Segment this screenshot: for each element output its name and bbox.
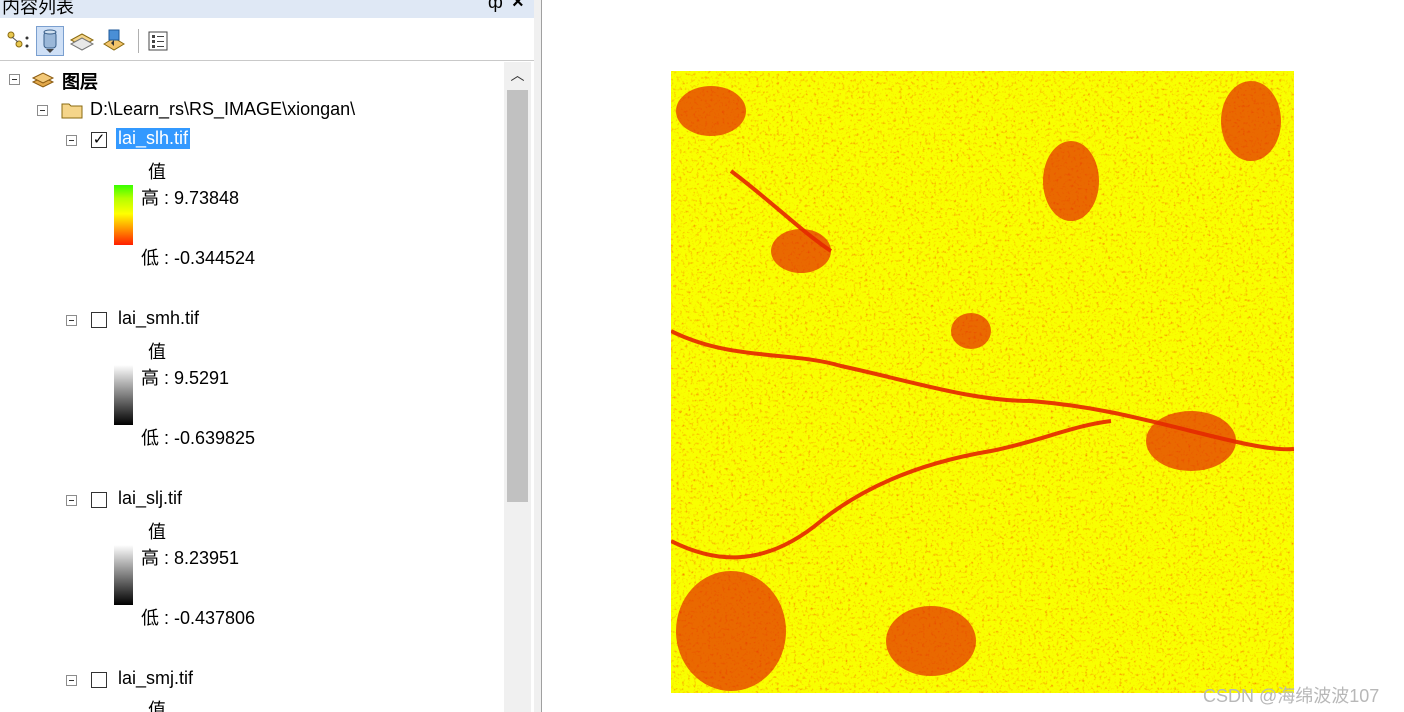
layer-name[interactable]: lai_slj.tif <box>118 488 182 509</box>
legend-gray-ramp <box>114 545 133 605</box>
panel-splitter[interactable] <box>534 0 542 712</box>
layer-tree: 图层 D:\Learn_rs\RS_IMAGE\xiongan\ ✓ lai_s… <box>0 62 504 712</box>
legend-low-label: 低 : -0.437806 <box>141 608 256 628</box>
list-by-selection-button[interactable] <box>100 26 128 56</box>
list-by-visibility-icon <box>69 33 95 51</box>
list-by-selection-icon <box>103 29 125 51</box>
options-icon <box>148 31 168 51</box>
root-label[interactable]: 图层 <box>62 68 98 94</box>
folder-icon <box>61 103 83 119</box>
close-icon[interactable]: × <box>512 0 524 14</box>
table-of-contents-panel: 内容列表 ф × 图层 D:\Learn_rs\RS_IMAGE\xiongan… <box>0 0 534 712</box>
legend-value-label: 值 <box>148 522 166 542</box>
layer-visibility-checkbox[interactable] <box>91 492 107 508</box>
list-by-source-button[interactable] <box>36 26 64 56</box>
folder-expander[interactable] <box>37 105 48 116</box>
layer-visibility-checkbox[interactable] <box>91 672 107 688</box>
panel-title: 内容列表 <box>2 0 74 17</box>
lai-raster-map[interactable] <box>671 71 1294 693</box>
toolbar-separator <box>138 29 139 53</box>
legend-value-label: 值 <box>148 342 166 362</box>
legend-high-label: 高 : 8.23951 <box>141 548 240 568</box>
legend-value-label: 值 <box>148 700 166 712</box>
list-by-drawing-order-button[interactable] <box>4 26 32 56</box>
legend-high-label: 高 : 9.5291 <box>141 368 230 388</box>
layer-visibility-checkbox[interactable] <box>91 312 107 328</box>
folder-path[interactable]: D:\Learn_rs\RS_IMAGE\xiongan\ <box>90 99 355 120</box>
layer-visibility-checkbox[interactable]: ✓ <box>91 132 107 148</box>
scrollbar-thumb[interactable] <box>507 90 528 502</box>
layer-expander[interactable] <box>66 675 77 686</box>
scroll-up-icon[interactable]: ︿ <box>504 62 531 88</box>
list-by-source-icon <box>43 29 57 53</box>
layer-expander[interactable] <box>66 135 77 146</box>
layers-icon <box>31 72 55 88</box>
panel-title-bar: 内容列表 ф × <box>0 0 534 18</box>
toc-toolbar <box>0 22 534 61</box>
list-by-drawing-order-icon <box>7 31 29 48</box>
list-by-visibility-button[interactable] <box>68 26 96 56</box>
legend-high-label: 高 : 9.73848 <box>141 188 240 208</box>
options-button[interactable] <box>144 26 172 56</box>
layer-name[interactable]: lai_slh.tif <box>116 128 191 149</box>
layer-name[interactable]: lai_smj.tif <box>118 668 193 689</box>
root-expander[interactable] <box>9 74 20 85</box>
watermark-text: CSDN @海绵波波107 <box>1203 686 1380 706</box>
legend-gray-ramp <box>114 365 133 425</box>
layer-name[interactable]: lai_smh.tif <box>118 308 199 329</box>
legend-color-ramp <box>114 185 133 245</box>
legend-low-label: 低 : -0.344524 <box>141 248 256 268</box>
layer-expander[interactable] <box>66 315 77 326</box>
legend-low-label: 低 : -0.639825 <box>141 428 256 448</box>
legend-value-label: 值 <box>148 162 166 182</box>
layer-expander[interactable] <box>66 495 77 506</box>
vertical-scrollbar[interactable]: ︿ <box>504 62 531 712</box>
pin-icon[interactable]: ф <box>488 0 503 13</box>
